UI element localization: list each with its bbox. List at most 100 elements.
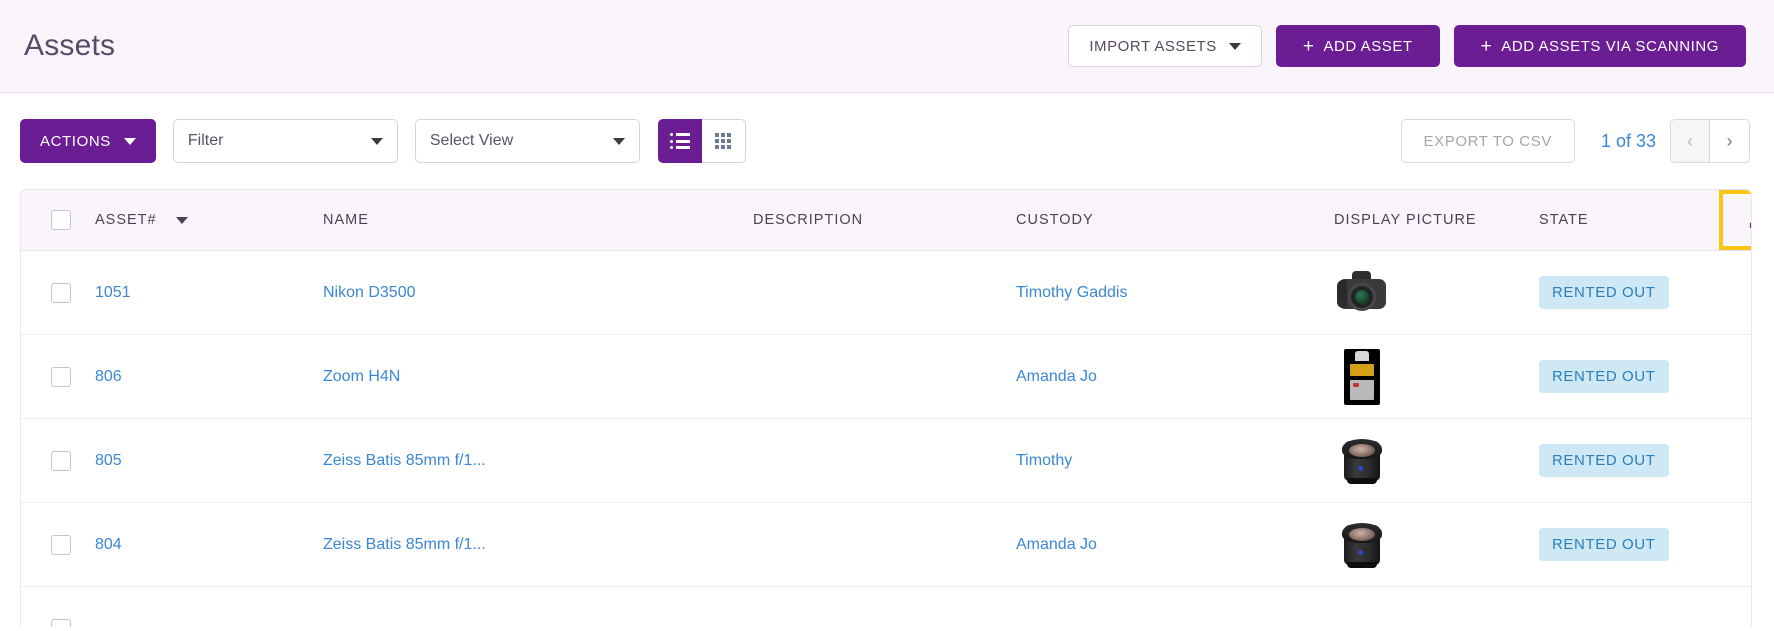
plus-icon: + bbox=[1302, 35, 1315, 57]
page-title: Assets bbox=[24, 29, 116, 62]
column-header-custody-label: CUSTODY bbox=[1016, 212, 1094, 228]
actions-button[interactable]: ACTIONS bbox=[20, 119, 156, 163]
table-body: 1051 Nikon D3500 Timothy Gaddis RENTED O… bbox=[21, 250, 1751, 627]
column-header-state[interactable]: STATE bbox=[1539, 190, 1719, 251]
chevron-down-icon bbox=[123, 137, 136, 145]
asset-link[interactable]: 806 bbox=[95, 368, 122, 385]
cell-custody: Amanda Jo bbox=[1016, 334, 1334, 419]
row-select-cell bbox=[21, 418, 95, 503]
custody-link[interactable]: Amanda Jo bbox=[1016, 536, 1097, 553]
grid-view-button[interactable] bbox=[701, 119, 746, 163]
table-row[interactable]: 806 Zoom H4N Amanda Jo RENTED OUT bbox=[21, 334, 1751, 419]
asset-name-link[interactable]: Nikon D3500 bbox=[323, 284, 416, 301]
table-head: ASSET# NAME DESCRIPTION CUSTODY DISPLAY … bbox=[21, 190, 1753, 251]
next-page-button[interactable]: › bbox=[1710, 119, 1750, 163]
row-checkbox[interactable] bbox=[51, 282, 71, 303]
status-badge: RENTED OUT bbox=[1539, 276, 1669, 309]
cell-state: RENTED OUT bbox=[1539, 334, 1719, 419]
chevron-down-icon bbox=[612, 137, 625, 145]
chevron-down-icon bbox=[1228, 42, 1241, 50]
recorder-thumbnail bbox=[1334, 348, 1390, 405]
asset-link[interactable]: 805 bbox=[95, 452, 122, 469]
cell-display-picture bbox=[1334, 250, 1539, 335]
cell-asset: 805 bbox=[95, 418, 323, 503]
cell-name bbox=[323, 586, 753, 627]
cell-description bbox=[753, 334, 1016, 419]
column-header-asset[interactable]: ASSET# bbox=[95, 190, 323, 251]
cell-edit bbox=[1719, 250, 1751, 335]
edit-columns-highlight[interactable] bbox=[1719, 190, 1753, 250]
column-header-display-picture[interactable]: DISPLAY PICTURE bbox=[1334, 190, 1539, 251]
cell-custody: Timothy Gaddis bbox=[1016, 250, 1334, 335]
cell-state: RENTED OUT bbox=[1539, 250, 1719, 335]
status-badge: RENTED OUT bbox=[1539, 360, 1669, 393]
asset-name-link[interactable]: Zeiss Batis 85mm f/1... bbox=[323, 536, 486, 553]
cell-asset: 1051 bbox=[95, 250, 323, 335]
camera-thumbnail bbox=[1334, 265, 1390, 321]
row-select-cell bbox=[21, 586, 95, 627]
row-checkbox[interactable] bbox=[51, 618, 71, 627]
import-assets-button[interactable]: IMPORT ASSETS bbox=[1068, 25, 1262, 67]
edit-pencil-icon[interactable] bbox=[1747, 209, 1753, 231]
row-checkbox[interactable] bbox=[51, 450, 71, 471]
column-header-name-label: NAME bbox=[323, 212, 369, 228]
custody-link[interactable]: Timothy Gaddis bbox=[1016, 284, 1127, 301]
cell-name: Nikon D3500 bbox=[323, 250, 753, 335]
lens-thumbnail bbox=[1334, 433, 1390, 489]
list-icon bbox=[669, 133, 690, 149]
cell-custody: Amanda Jo bbox=[1016, 502, 1334, 587]
cell-edit bbox=[1719, 334, 1751, 419]
select-view-select[interactable]: Select View bbox=[414, 119, 640, 163]
cell-asset bbox=[95, 586, 323, 627]
column-header-custody[interactable]: CUSTODY bbox=[1016, 190, 1334, 251]
cell-display-picture bbox=[1334, 418, 1539, 503]
cell-edit bbox=[1719, 586, 1751, 627]
previous-page-button[interactable]: ‹ bbox=[1670, 119, 1710, 163]
toolbar: ACTIONS Filter Select View EXPORT TO CSV… bbox=[0, 93, 1774, 189]
asset-link[interactable]: 804 bbox=[95, 536, 122, 553]
asset-link[interactable]: 1051 bbox=[95, 284, 131, 301]
cell-description bbox=[753, 502, 1016, 587]
cell-description bbox=[753, 250, 1016, 335]
table-row[interactable] bbox=[21, 586, 1751, 627]
add-assets-via-scanning-button[interactable]: + ADD ASSETS VIA SCANNING bbox=[1453, 25, 1746, 67]
asset-name-link[interactable]: Zoom H4N bbox=[323, 368, 400, 385]
row-checkbox[interactable] bbox=[51, 366, 71, 387]
table-row[interactable]: 804 Zeiss Batis 85mm f/1... Amanda Jo RE… bbox=[21, 502, 1751, 587]
column-header-state-label: STATE bbox=[1539, 212, 1589, 228]
select-all-checkbox[interactable] bbox=[51, 210, 71, 230]
table-header-row: ASSET# NAME DESCRIPTION CUSTODY DISPLAY … bbox=[21, 190, 1753, 251]
plus-icon: + bbox=[1480, 35, 1493, 57]
export-to-csv-button[interactable]: EXPORT TO CSV bbox=[1400, 119, 1575, 163]
toolbar-right: EXPORT TO CSV 1 of 33 ‹ › bbox=[1400, 119, 1750, 163]
custody-link[interactable]: Timothy bbox=[1016, 452, 1072, 469]
add-asset-label: ADD ASSET bbox=[1323, 37, 1413, 55]
sort-chevron-down-icon[interactable] bbox=[175, 216, 188, 224]
cell-display-picture bbox=[1334, 334, 1539, 419]
filter-select[interactable]: Filter bbox=[172, 119, 398, 163]
row-select-cell bbox=[21, 334, 95, 419]
cell-edit bbox=[1719, 418, 1751, 503]
cell-edit bbox=[1719, 502, 1751, 587]
row-select-cell bbox=[21, 250, 95, 335]
cell-name: Zeiss Batis 85mm f/1... bbox=[323, 418, 753, 503]
custody-link[interactable]: Amanda Jo bbox=[1016, 368, 1097, 385]
status-badge: RENTED OUT bbox=[1539, 528, 1669, 561]
asset-name-link[interactable]: Zeiss Batis 85mm f/1... bbox=[323, 452, 486, 469]
column-header-description[interactable]: DESCRIPTION bbox=[753, 190, 1016, 251]
assets-table-card: ASSET# NAME DESCRIPTION CUSTODY DISPLAY … bbox=[20, 189, 1752, 627]
list-view-button[interactable] bbox=[657, 119, 702, 163]
page-header: Assets IMPORT ASSETS + ADD ASSET + ADD A… bbox=[0, 0, 1774, 93]
add-asset-button[interactable]: + ADD ASSET bbox=[1275, 25, 1440, 67]
header-actions: IMPORT ASSETS + ADD ASSET + ADD ASSETS V… bbox=[1068, 25, 1746, 67]
table-row[interactable]: 1051 Nikon D3500 Timothy Gaddis RENTED O… bbox=[21, 250, 1751, 335]
pager-count: 1 of 33 bbox=[1600, 130, 1656, 151]
row-checkbox[interactable] bbox=[51, 534, 71, 555]
column-header-name[interactable]: NAME bbox=[323, 190, 753, 251]
actions-label: ACTIONS bbox=[40, 132, 111, 150]
lens-thumbnail bbox=[1334, 517, 1390, 573]
row-select-cell bbox=[21, 502, 95, 587]
add-assets-via-scanning-label: ADD ASSETS VIA SCANNING bbox=[1501, 37, 1719, 55]
status-badge: RENTED OUT bbox=[1539, 444, 1669, 477]
table-row[interactable]: 805 Zeiss Batis 85mm f/1... Timothy RENT… bbox=[21, 418, 1751, 503]
